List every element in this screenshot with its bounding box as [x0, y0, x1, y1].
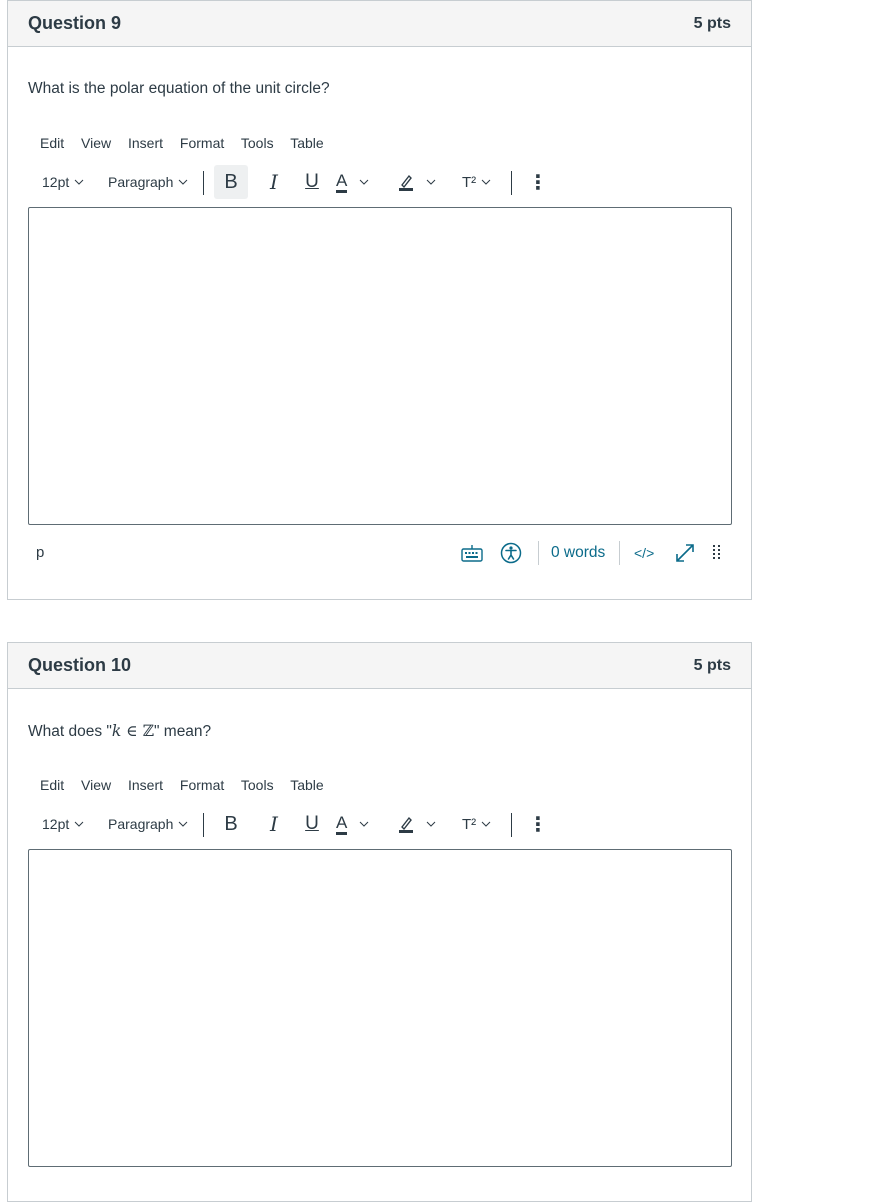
editor-statusbar: p 0 words </>	[28, 537, 732, 569]
math-element-of: ∈	[121, 722, 143, 740]
keyboard-shortcuts-button[interactable]	[461, 541, 483, 565]
chevron-down-icon	[426, 179, 436, 185]
text-color-icon: A	[336, 171, 348, 193]
question-header: Question 10 5 pts	[8, 643, 751, 689]
chevron-down-icon	[179, 179, 188, 185]
question-title: Question 9	[28, 13, 122, 33]
underline-button[interactable]: U	[298, 807, 326, 841]
toolbar-divider	[203, 813, 204, 837]
question-points: 5 pts	[693, 657, 731, 674]
answer-editor[interactable]	[28, 849, 732, 1167]
chevron-down-icon	[359, 179, 369, 185]
fullscreen-button[interactable]	[674, 541, 696, 565]
toolbar-divider	[203, 171, 204, 195]
chevron-down-icon	[359, 821, 369, 827]
menu-tools[interactable]: Tools	[241, 135, 274, 151]
element-path[interactable]: p	[36, 544, 44, 561]
highlighter-icon	[399, 174, 413, 191]
statusbar-divider	[619, 541, 620, 565]
menu-edit[interactable]: Edit	[40, 135, 64, 151]
chevron-down-icon	[481, 821, 491, 827]
question-text-after: " mean?	[153, 723, 212, 740]
underline-icon: U	[305, 813, 319, 834]
font-size-select[interactable]: 12pt	[42, 165, 84, 199]
toolbar-divider	[511, 171, 512, 195]
answer-editor[interactable]	[28, 207, 732, 525]
chevron-down-icon	[481, 179, 491, 185]
bold-icon: B	[224, 812, 238, 835]
question-9-card: Question 9 5 pts What is the polar equat…	[7, 0, 752, 600]
question-title: Question 10	[28, 655, 132, 675]
font-size-select[interactable]: 12pt	[42, 807, 84, 841]
accessibility-icon	[500, 542, 522, 564]
underline-icon: U	[305, 171, 319, 192]
math-expression: k ∈ ℤ	[112, 722, 154, 740]
editor-menubar: Edit View Insert Format Tools Table	[40, 135, 337, 151]
bold-button[interactable]: B	[214, 165, 248, 199]
bold-icon: B	[224, 170, 238, 193]
question-header: Question 9 5 pts	[8, 1, 751, 47]
highlighter-icon	[399, 816, 413, 833]
highlight-color-button[interactable]	[398, 807, 436, 841]
superscript-icon: T²	[462, 173, 477, 191]
resize-handle[interactable]	[712, 541, 722, 565]
menu-table[interactable]: Table	[290, 777, 323, 793]
editor-toolbar: 12pt Paragraph B I U A T² ⋮	[28, 165, 728, 199]
italic-icon: I	[270, 812, 278, 836]
underline-button[interactable]: U	[298, 165, 326, 199]
menu-format[interactable]: Format	[180, 135, 224, 151]
superscript-button[interactable]: T²	[462, 807, 491, 841]
chevron-down-icon	[179, 821, 188, 827]
italic-button[interactable]: I	[260, 807, 288, 841]
block-format-value: Paragraph	[108, 816, 174, 832]
highlight-color-button[interactable]	[398, 165, 436, 199]
math-integers-symbol: ℤ	[142, 722, 154, 740]
text-color-button[interactable]: A	[336, 807, 369, 841]
menu-table[interactable]: Table	[290, 135, 323, 151]
question-10-card: Question 10 5 pts What does "k ∈ ℤ" mean…	[7, 642, 752, 1202]
more-vertical-icon: ⋮	[528, 171, 548, 194]
italic-button[interactable]: I	[260, 165, 288, 199]
block-format-value: Paragraph	[108, 174, 174, 190]
font-size-value: 12pt	[42, 816, 70, 832]
more-vertical-icon: ⋮	[528, 813, 548, 836]
expand-icon	[676, 544, 694, 562]
superscript-icon: T²	[462, 815, 477, 833]
menu-view[interactable]: View	[81, 777, 111, 793]
block-format-select[interactable]: Paragraph	[108, 807, 188, 841]
chevron-down-icon	[426, 821, 436, 827]
keyboard-icon	[461, 545, 483, 562]
menu-edit[interactable]: Edit	[40, 777, 64, 793]
menu-format[interactable]: Format	[180, 777, 224, 793]
menu-insert[interactable]: Insert	[128, 777, 163, 793]
html-editor-toggle[interactable]: </>	[634, 541, 654, 565]
bold-button[interactable]: B	[214, 807, 248, 841]
block-format-select[interactable]: Paragraph	[108, 165, 188, 199]
chevron-down-icon	[74, 821, 84, 827]
italic-icon: I	[270, 170, 278, 194]
text-color-icon: A	[336, 813, 348, 835]
chevron-down-icon	[74, 179, 84, 185]
menu-tools[interactable]: Tools	[241, 777, 274, 793]
drag-handle-icon	[713, 545, 720, 559]
word-count-button[interactable]: 0 words	[551, 541, 605, 565]
menu-insert[interactable]: Insert	[128, 135, 163, 151]
superscript-button[interactable]: T²	[462, 165, 491, 199]
editor-menubar: Edit View Insert Format Tools Table	[40, 777, 337, 793]
accessibility-checker-button[interactable]	[500, 541, 522, 565]
font-size-value: 12pt	[42, 174, 70, 190]
toolbar-divider	[511, 813, 512, 837]
question-text: What does "k ∈ ℤ" mean?	[28, 722, 211, 741]
math-variable: k	[111, 722, 122, 740]
text-color-button[interactable]: A	[336, 165, 369, 199]
question-text-before: What does "	[28, 723, 112, 740]
question-text: What is the polar equation of the unit c…	[28, 80, 330, 97]
menu-view[interactable]: View	[81, 135, 111, 151]
question-points: 5 pts	[693, 15, 731, 32]
editor-toolbar: 12pt Paragraph B I U A T² ⋮	[28, 807, 728, 841]
more-options-button[interactable]: ⋮	[528, 807, 548, 841]
statusbar-divider	[538, 541, 539, 565]
more-options-button[interactable]: ⋮	[528, 165, 548, 199]
